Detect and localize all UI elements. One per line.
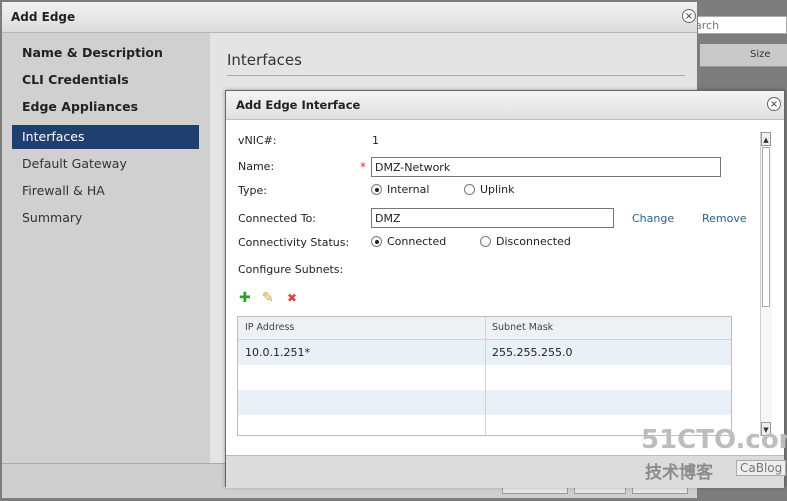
type-internal-radio[interactable]: Internal	[371, 183, 429, 196]
scroll-up-icon[interactable]: ▲	[761, 132, 771, 146]
connected-to-label: Connected To:	[238, 212, 317, 225]
connected-to-field	[371, 208, 614, 228]
edit-subnet-icon[interactable]: ✎	[262, 291, 274, 305]
disconnected-label: Disconnected	[496, 235, 571, 248]
remove-link[interactable]: Remove	[702, 212, 747, 225]
connectivity-status-label: Connectivity Status:	[238, 236, 350, 249]
watermark-subtitle: 技术博客	[645, 463, 713, 483]
close-icon[interactable]: ×	[682, 9, 696, 23]
watermark-blog-tag: CaBlog	[736, 460, 787, 476]
type-internal-label: Internal	[387, 183, 430, 196]
size-column-header: Size	[750, 49, 771, 60]
type-uplink-label: Uplink	[480, 183, 515, 196]
subnet-table: IP Address Subnet Mask 10.0.1.251* 255.2…	[237, 316, 732, 436]
nav-item-name-description[interactable]: Name & Description	[12, 41, 199, 65]
close-icon[interactable]: ×	[767, 97, 781, 111]
name-label: Name:	[238, 160, 275, 173]
connected-label: Connected	[387, 235, 447, 248]
type-label: Type:	[238, 184, 267, 197]
nav-item-interfaces[interactable]: Interfaces	[12, 125, 199, 149]
vnic-label: vNIC#:	[238, 134, 277, 147]
connected-radio[interactable]: Connected	[371, 235, 446, 248]
delete-subnet-icon[interactable]: ✖	[287, 291, 297, 305]
nav-item-edge-appliances[interactable]: Edge Appliances	[12, 95, 199, 119]
ip-address-column-header[interactable]: IP Address	[245, 322, 294, 333]
section-divider	[227, 75, 685, 76]
nav-item-summary[interactable]: Summary	[12, 206, 199, 230]
nav-item-cli-credentials[interactable]: CLI Credentials	[12, 68, 199, 92]
dialog-header: Add Edge ×	[2, 2, 697, 33]
scroll-thumb[interactable]	[762, 147, 770, 307]
column-divider	[485, 317, 486, 435]
subnet-mask-cell: 255.255.255.0	[492, 346, 573, 359]
background-table-header: Size	[700, 44, 787, 67]
nav-item-default-gateway[interactable]: Default Gateway	[12, 152, 199, 176]
add-subnet-icon[interactable]: ✚	[239, 291, 251, 305]
radio-selected-icon	[371, 236, 382, 247]
cancel-button-partial: Ca	[740, 461, 756, 475]
form-scrollbar[interactable]: ▲ ▼	[760, 132, 772, 436]
wizard-nav: Name & Description CLI Credentials Edge …	[2, 33, 210, 463]
nav-item-firewall-ha[interactable]: Firewall & HA	[12, 179, 199, 203]
type-uplink-radio[interactable]: Uplink	[464, 183, 515, 196]
radio-selected-icon	[371, 184, 382, 195]
disconnected-radio[interactable]: Disconnected	[480, 235, 571, 248]
ip-address-cell: 10.0.1.251*	[245, 346, 310, 359]
configure-subnets-label: Configure Subnets:	[238, 263, 344, 276]
radio-unselected-icon	[464, 184, 475, 195]
watermark: 51CTO.com 技术博客 CaBlog	[641, 425, 787, 485]
interface-form: vNIC#: 1 Name: * Type: Internal Uplink C…	[226, 120, 770, 455]
dialog-title: Add Edge	[11, 10, 76, 24]
subnet-mask-column-header[interactable]: Subnet Mask	[492, 322, 553, 333]
interface-dialog-header: Add Edge Interface ×	[226, 91, 784, 120]
radio-unselected-icon	[480, 236, 491, 247]
change-link[interactable]: Change	[632, 212, 674, 225]
section-title: Interfaces	[227, 51, 302, 69]
watermark-site: 51CTO.com	[641, 425, 787, 455]
interface-dialog-title: Add Edge Interface	[236, 98, 361, 112]
name-input[interactable]	[371, 157, 721, 177]
required-marker: *	[360, 160, 366, 174]
blog-tag-text: Blog	[755, 461, 783, 475]
vnic-value: 1	[372, 134, 379, 147]
background-search-field: arch	[690, 16, 787, 34]
